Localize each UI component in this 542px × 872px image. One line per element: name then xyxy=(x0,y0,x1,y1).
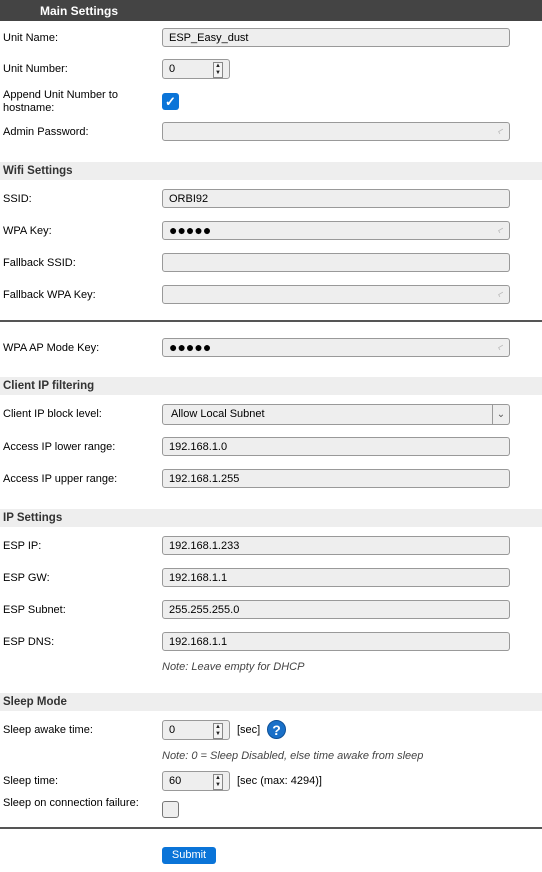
esp-dns-input[interactable]: 192.168.1.1 xyxy=(162,632,510,651)
esp-gw-input[interactable]: 192.168.1.1 xyxy=(162,568,510,587)
sleep-awake-time-stepper[interactable]: 0 ▲ ▼ xyxy=(162,720,230,740)
sleep-on-connection-failure-checkbox[interactable] xyxy=(162,801,179,818)
input-value: ●●●●● xyxy=(169,222,212,238)
admin-password-input[interactable]: ⌐ xyxy=(162,122,510,141)
note: Note: 0 = Sleep Disabled, else time awak… xyxy=(162,750,424,762)
label-sleep-time: Sleep time: xyxy=(3,775,59,787)
label-unit-number: Unit Number: xyxy=(3,63,68,75)
label-sleep-awake-time: Sleep awake time: xyxy=(3,724,93,736)
access-ip-lower-range-input[interactable]: 192.168.1.0 xyxy=(162,437,510,456)
label-fallback-wpa-key: Fallback WPA Key: xyxy=(3,289,96,301)
label-access-ip-upper-range: Access IP upper range: xyxy=(3,473,118,485)
label-esp-dns: ESP DNS: xyxy=(3,636,55,648)
spinner-arrows-icon[interactable]: ▲ ▼ xyxy=(213,774,223,790)
input-value: 0 xyxy=(169,724,176,736)
unit-label: [sec (max: 4294)] xyxy=(237,775,322,787)
label-fallback-ssid: Fallback SSID: xyxy=(3,257,76,269)
input-value: 192.168.1.255 xyxy=(169,473,240,485)
label-admin-password: Admin Password: xyxy=(3,126,89,138)
label-client-ip-block-level: Client IP block level: xyxy=(3,408,102,420)
select-value: Allow Local Subnet xyxy=(171,408,265,420)
section-title: Wifi Settings xyxy=(3,165,73,177)
fallback-wpa-key-input[interactable]: ⌐ xyxy=(162,285,510,304)
unit-number-stepper[interactable]: 0 ▲ ▼ xyxy=(162,59,230,79)
label-wpa-key: WPA Key: xyxy=(3,225,52,237)
append-unit-number-to-hostname-checkbox[interactable]: ✓ xyxy=(162,93,179,110)
input-value: 192.168.1.1 xyxy=(169,636,228,648)
submit-button[interactable]: Submit xyxy=(162,847,216,864)
input-value: ●●●●● xyxy=(169,339,212,355)
label-ssid: SSID: xyxy=(3,193,32,205)
spinner-arrows-icon[interactable]: ▲ ▼ xyxy=(213,62,223,78)
esp-ip-input[interactable]: 192.168.1.233 xyxy=(162,536,510,555)
input-value: 192.168.1.0 xyxy=(169,441,228,453)
ssid-input[interactable]: ORBI92 xyxy=(162,189,510,208)
input-value: 255.255.255.0 xyxy=(169,604,240,616)
section-wifi-settings: Wifi Settings xyxy=(0,162,542,180)
section-ip-settings: IP Settings xyxy=(0,509,542,527)
input-value: 192.168.1.233 xyxy=(169,540,240,552)
label-esp-subnet: ESP Subnet: xyxy=(3,604,66,616)
key-icon[interactable]: ⌐ xyxy=(494,222,508,240)
input-value: 60 xyxy=(169,775,182,787)
section-title: IP Settings xyxy=(3,512,63,524)
input-value: ORBI92 xyxy=(169,193,209,205)
section-title: Client IP filtering xyxy=(3,380,95,392)
chevron-down-icon[interactable]: ⌄ xyxy=(492,405,509,424)
header-title: Main Settings xyxy=(40,4,119,18)
label-esp-gw: ESP GW: xyxy=(3,572,50,584)
access-ip-upper-range-input[interactable]: 192.168.1.255 xyxy=(162,469,510,488)
esp-subnet-input[interactable]: 255.255.255.0 xyxy=(162,600,510,619)
section-title: Sleep Mode xyxy=(3,696,67,708)
label-access-ip-lower-range: Access IP lower range: xyxy=(3,441,116,453)
client-ip-block-level-select[interactable]: Allow Local Subnet ⌄ xyxy=(162,404,510,425)
label-sleep-on-connection-failure: Sleep on connection failure: xyxy=(3,797,139,809)
unit-label: [sec] xyxy=(237,724,261,736)
sleep-time-stepper[interactable]: 60 ▲ ▼ xyxy=(162,771,230,791)
note: Note: Leave empty for DHCP xyxy=(162,661,305,673)
label-wpa-ap-mode-key: WPA AP Mode Key: xyxy=(3,342,100,354)
input-value: 0 xyxy=(169,63,176,75)
label-unit-name: Unit Name: xyxy=(3,32,59,44)
fallback-ssid-input[interactable] xyxy=(162,253,510,272)
input-value: 192.168.1.1 xyxy=(169,572,228,584)
section-client-ip-filtering: Client IP filtering xyxy=(0,377,542,395)
key-icon[interactable]: ⌐ xyxy=(494,123,508,141)
wpa-ap-mode-key-input[interactable]: ●●●●● ⌐ xyxy=(162,338,510,357)
divider xyxy=(0,320,542,322)
spinner-arrows-icon[interactable]: ▲ ▼ xyxy=(213,723,223,739)
input-value: ESP_Easy_dust xyxy=(169,32,249,44)
label-append-unit-number-to-hostname: Append Unit Number to hostname: xyxy=(3,89,118,114)
main-settings-header: Main Settings xyxy=(0,0,542,21)
label-esp-ip: ESP IP: xyxy=(3,540,42,552)
key-icon[interactable]: ⌐ xyxy=(494,339,508,357)
unit-name-input[interactable]: ESP_Easy_dust xyxy=(162,28,510,47)
wpa-key-input[interactable]: ●●●●● ⌐ xyxy=(162,221,510,240)
key-icon[interactable]: ⌐ xyxy=(494,286,508,304)
section-sleep-mode: Sleep Mode xyxy=(0,693,542,711)
divider xyxy=(0,827,542,829)
help-icon[interactable]: ? xyxy=(267,720,286,739)
